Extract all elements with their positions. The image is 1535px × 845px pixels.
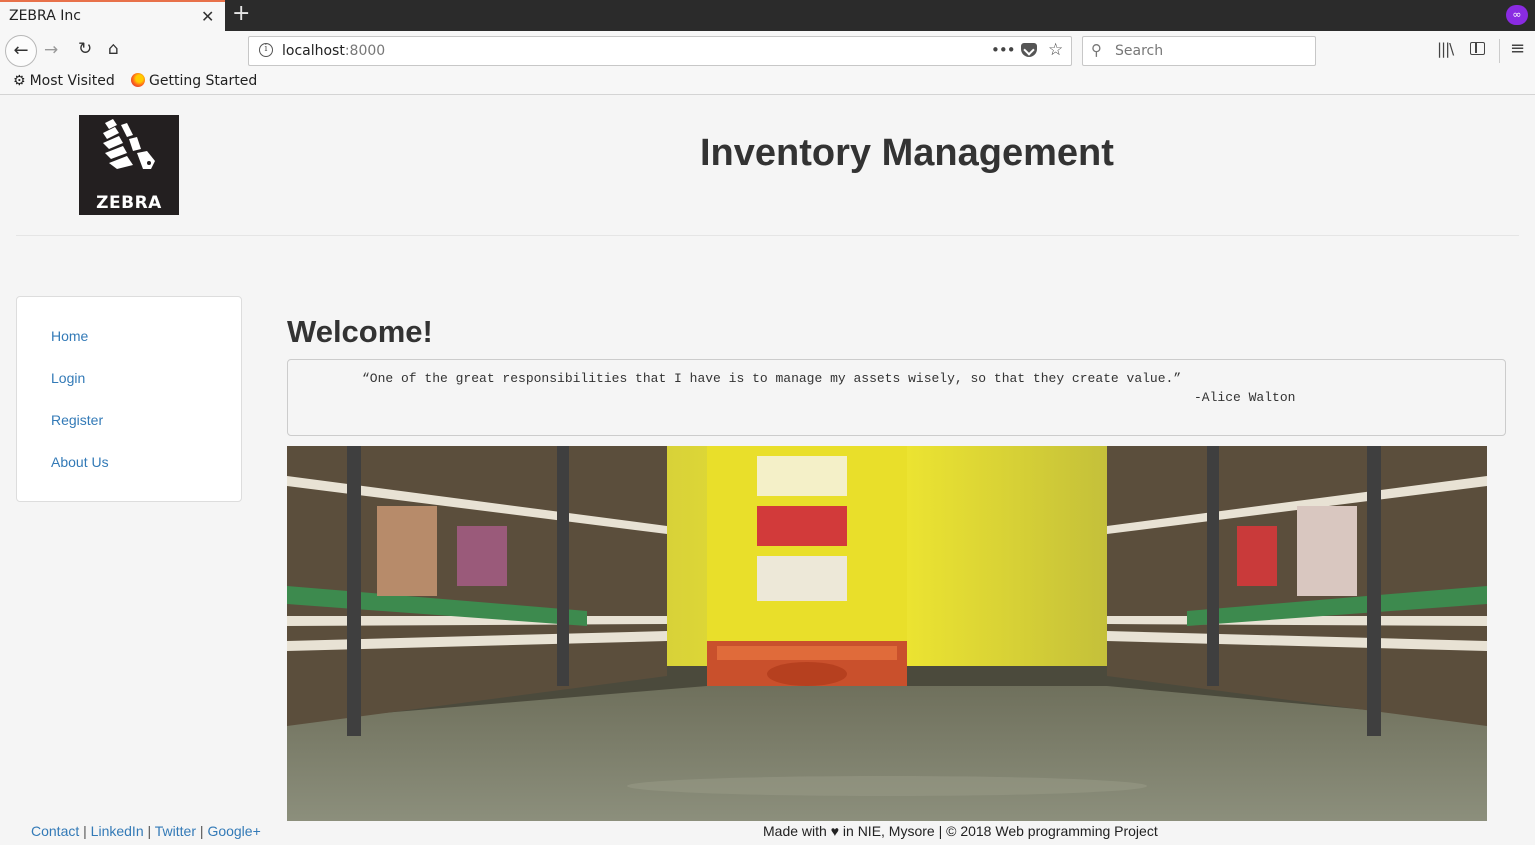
address-bar[interactable]: i localhost:8000 ••• ☆ — [248, 36, 1072, 66]
credit-suffix: in NIE, Mysore | © 2018 Web programming … — [842, 823, 1158, 839]
footer-link-google-plus[interactable]: Google+ — [207, 823, 260, 839]
pocket-icon[interactable] — [1021, 43, 1037, 57]
tab-title: ZEBRA Inc — [9, 8, 81, 24]
url-text[interactable]: localhost:8000 — [282, 43, 385, 59]
footer-separator: | — [147, 823, 152, 839]
toolbar-divider — [1499, 39, 1500, 63]
hamburger-menu-icon[interactable]: ≡ — [1510, 38, 1525, 59]
welcome-heading: Welcome! — [287, 314, 433, 349]
bookmark-label: Getting Started — [149, 73, 258, 89]
logo-text: ZEBRA — [96, 193, 162, 213]
private-browsing-icon: ∞ — [1506, 5, 1528, 25]
zebra-logo: ZEBRA — [79, 115, 179, 215]
footer-link-linkedin[interactable]: LinkedIn — [91, 823, 144, 839]
site-info-icon[interactable]: i — [259, 43, 273, 57]
zebra-head-icon — [103, 119, 155, 169]
footer-links: Contact | LinkedIn | Twitter | Google+ — [31, 823, 261, 839]
bookmark-getting-started[interactable]: Getting Started — [131, 73, 257, 89]
url-host: localhost — [282, 43, 345, 59]
page-actions-icon[interactable]: ••• — [991, 41, 1016, 59]
warehouse-illustration — [287, 446, 1487, 821]
footer-link-contact[interactable]: Contact — [31, 823, 79, 839]
page-content: ZEBRA Inventory Management Home Login Re… — [0, 96, 1535, 845]
bookmark-star-icon[interactable]: ☆ — [1048, 40, 1063, 60]
quote-text: “One of the great responsibilities that … — [362, 371, 1182, 386]
sidebar-item-register[interactable]: Register — [51, 412, 103, 428]
active-tab[interactable]: ZEBRA Inc ✕ — [0, 0, 225, 31]
sidebar-item-about-us[interactable]: About Us — [51, 454, 109, 470]
warehouse-hero-image — [287, 446, 1487, 821]
bookmark-label: Most Visited — [29, 73, 115, 89]
tab-close-icon[interactable]: ✕ — [201, 7, 214, 26]
bookmarks-toolbar: ⚙ Most Visited Getting Started — [0, 71, 1535, 95]
url-port: :8000 — [344, 43, 386, 59]
bookmark-most-visited[interactable]: ⚙ Most Visited — [13, 73, 115, 89]
home-button[interactable]: ⌂ — [108, 39, 119, 59]
new-tab-button[interactable]: + — [232, 1, 250, 26]
search-placeholder: Search — [1115, 43, 1164, 59]
back-button[interactable]: ← — [5, 35, 37, 67]
footer-separator: | — [83, 823, 87, 839]
gear-icon: ⚙ — [13, 73, 26, 89]
sidebar-toggle-icon[interactable] — [1470, 42, 1485, 55]
footer-credit: Made with ♥ in NIE, Mysore | © 2018 Web … — [763, 823, 1158, 839]
page-title: Inventory Management — [700, 132, 1114, 174]
firefox-icon — [131, 73, 145, 87]
sidebar-item-home[interactable]: Home — [51, 328, 88, 344]
footer-separator: | — [199, 823, 204, 839]
heart-icon: ♥ — [830, 823, 840, 839]
sidebar-nav: Home Login Register About Us — [16, 296, 242, 502]
tab-strip: ZEBRA Inc ✕ + ∞ — [0, 0, 1535, 31]
search-icon: ⚲ — [1091, 41, 1102, 59]
forward-button[interactable]: → — [44, 40, 58, 60]
library-icon[interactable]: |||\ — [1437, 40, 1454, 58]
quote-block: “One of the great responsibilities that … — [287, 359, 1506, 436]
sidebar-item-login[interactable]: Login — [51, 370, 85, 386]
reload-button[interactable]: ↻ — [78, 39, 92, 59]
credit-prefix: Made with — [763, 823, 827, 839]
header-divider — [16, 235, 1519, 236]
footer-link-twitter[interactable]: Twitter — [155, 823, 196, 839]
search-input[interactable]: ⚲ Search — [1082, 36, 1316, 66]
quote-author: -Alice Walton — [1194, 390, 1296, 405]
navigation-toolbar: ← → ↻ ⌂ i localhost:8000 ••• ☆ ⚲ Search … — [0, 31, 1535, 71]
